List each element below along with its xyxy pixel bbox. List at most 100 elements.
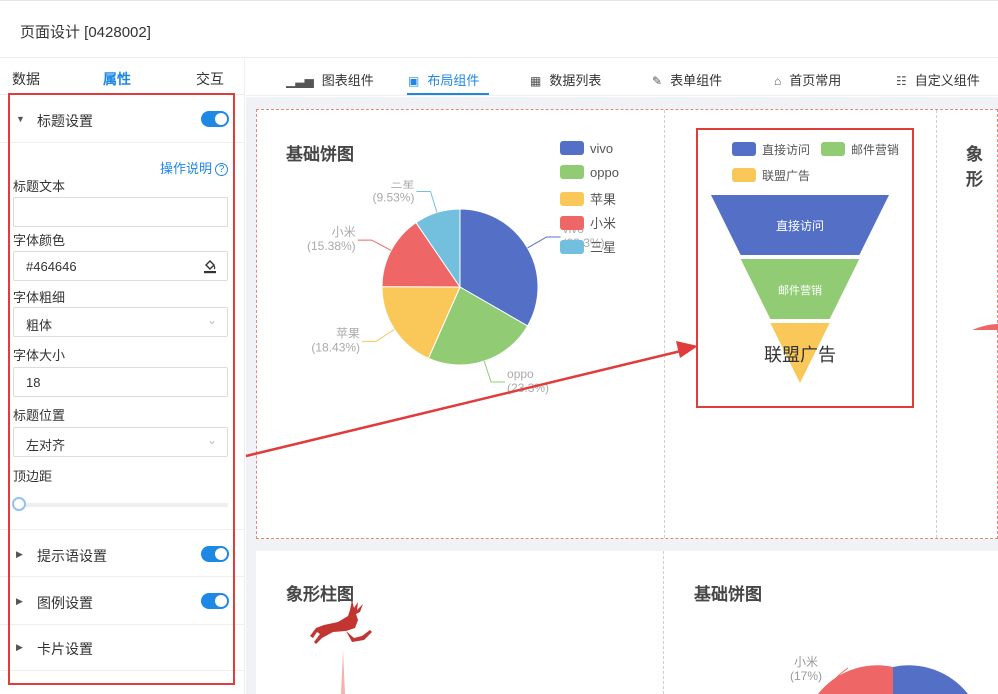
chevron-down-icon: ⌄ bbox=[206, 313, 217, 327]
partial-chart-title: 象形 bbox=[966, 145, 983, 189]
paint-bucket-icon[interactable] bbox=[203, 258, 217, 274]
legend-item[interactable]: vivo bbox=[560, 141, 613, 156]
title-position-select[interactable]: 左对齐 ⌄ bbox=[13, 427, 228, 457]
pie-chart-title: 基础饼图 bbox=[286, 145, 354, 164]
tab-properties[interactable]: 属性 bbox=[103, 69, 131, 89]
tab-data-list[interactable]: ▦ 数据列表 bbox=[530, 70, 601, 89]
section-tooltip-settings[interactable]: ▶ 提示语设置 bbox=[0, 529, 245, 577]
legend-item[interactable]: 小米 bbox=[560, 213, 616, 232]
panel-tabs: 数据 属性 交互 bbox=[0, 59, 244, 95]
pie-label-name: 小米 bbox=[332, 225, 356, 239]
legend-item[interactable]: 三星 bbox=[560, 237, 616, 256]
layout-icon: ▣ bbox=[408, 74, 420, 88]
slider-handle[interactable] bbox=[12, 497, 26, 511]
custom-doc-icon: ☷ bbox=[896, 74, 907, 88]
section-label: 标题设置 bbox=[37, 113, 93, 129]
pie-label-pct: (15.38%) bbox=[307, 239, 356, 253]
tab-interaction[interactable]: 交互 bbox=[196, 69, 224, 89]
font-weight-select[interactable]: 粗体 ⌄ bbox=[13, 307, 228, 337]
tab-form-components[interactable]: ✎ 表单组件 bbox=[652, 70, 722, 89]
help-link-text[interactable]: 操作说明 bbox=[160, 161, 212, 176]
caret-down-icon: ▼ bbox=[16, 114, 25, 124]
home-icon: ⌂ bbox=[774, 74, 782, 88]
section-card-settings[interactable]: ▶ 卡片设置 bbox=[0, 623, 245, 671]
pie-chart-2[interactable] bbox=[818, 664, 978, 694]
top-margin-label: 顶边距 bbox=[13, 469, 53, 484]
pie-label-line bbox=[483, 360, 506, 383]
tooltip-settings-toggle[interactable] bbox=[201, 546, 229, 562]
section-label: 图例设置 bbox=[37, 595, 93, 611]
section-legend-settings[interactable]: ▶ 图例设置 bbox=[0, 577, 245, 625]
tab-label: 图表组件 bbox=[321, 73, 374, 88]
chevron-down-icon: ⌄ bbox=[206, 433, 217, 447]
tab-chart-components[interactable]: ▁▃▅ 图表组件 bbox=[286, 70, 374, 89]
column-divider bbox=[663, 551, 664, 694]
font-color-label: 字体颜色 bbox=[13, 233, 66, 248]
pie-label-name: oppo bbox=[507, 367, 534, 381]
pie-label-name: 苹果 bbox=[336, 326, 360, 340]
title-text-label: 标题文本 bbox=[13, 179, 66, 194]
property-panel: 数据 属性 交互 ▼ 标题设置 操作说明? 标题文本 字体颜色 #464646 … bbox=[0, 59, 245, 694]
legend-settings-toggle[interactable] bbox=[201, 593, 229, 609]
title-position-label: 标题位置 bbox=[13, 408, 66, 423]
legend-label: vivo bbox=[590, 141, 614, 156]
component-tabs: ▁▃▅ 图表组件 ▣ 布局组件 ▦ 数据列表 ✎ 表单组件 ⌂ 首页常用 ☷ 自定义组件 bbox=[246, 59, 998, 96]
legend-label: 三星 bbox=[590, 240, 617, 255]
tab-home-common[interactable]: ⌂ 首页常用 bbox=[774, 70, 841, 89]
tab-label: 布局组件 bbox=[427, 73, 480, 88]
column-divider bbox=[936, 110, 937, 538]
section-label: 提示语设置 bbox=[37, 548, 107, 564]
pie-label-name: 三星 bbox=[390, 180, 414, 190]
pie-label-line bbox=[357, 239, 392, 251]
edit-icon: ✎ bbox=[652, 74, 663, 88]
legend-swatch bbox=[560, 192, 584, 206]
caret-right-icon: ▶ bbox=[16, 549, 23, 559]
page-title: 页面设计 [0428002] bbox=[20, 24, 151, 41]
pie-label-line bbox=[362, 328, 395, 342]
font-weight-label: 字体粗细 bbox=[13, 290, 66, 305]
page-header: 页面设计 [0428002] bbox=[0, 0, 998, 58]
legend-item[interactable]: oppo bbox=[560, 165, 619, 180]
tab-layout-components[interactable]: ▣ 布局组件 bbox=[408, 70, 479, 89]
tab-data[interactable]: 数据 bbox=[12, 69, 40, 89]
pictorial-bar bbox=[341, 650, 345, 694]
pie-label-line bbox=[416, 190, 438, 213]
tab-label: 表单组件 bbox=[670, 73, 723, 88]
tab-label: 自定义组件 bbox=[914, 73, 980, 88]
highlight-box bbox=[696, 128, 914, 408]
top-margin-slider[interactable] bbox=[20, 503, 228, 507]
font-color-input[interactable]: #464646 bbox=[13, 251, 228, 281]
title-text-input[interactable] bbox=[13, 197, 228, 227]
tab-label: 数据列表 bbox=[549, 73, 602, 88]
section-label: 卡片设置 bbox=[37, 641, 93, 657]
bar-chart-icon: ▁▃▅ bbox=[286, 74, 314, 88]
pie-label-pct: (9.53%) bbox=[372, 190, 414, 204]
title-position-value: 左对齐 bbox=[26, 438, 66, 453]
pie-label-line bbox=[527, 236, 561, 249]
tab-custom-components[interactable]: ☷ 自定义组件 bbox=[896, 70, 980, 89]
legend-swatch bbox=[560, 165, 584, 179]
active-tab-indicator bbox=[407, 93, 489, 95]
help-link[interactable]: 操作说明? bbox=[160, 158, 228, 177]
section-title-settings[interactable]: ▼ 标题设置 bbox=[0, 95, 245, 143]
legend-item[interactable]: 苹果 bbox=[560, 189, 616, 208]
legend-label: 小米 bbox=[590, 216, 617, 231]
title-settings-toggle[interactable] bbox=[201, 111, 229, 127]
font-size-input[interactable]: 18 bbox=[13, 367, 228, 397]
pie-2-slice-vivo[interactable] bbox=[893, 665, 968, 694]
legend-label: 苹果 bbox=[590, 192, 617, 207]
pie-label-pct: (18.43%) bbox=[311, 340, 360, 354]
pie-2-slice-xiaomi[interactable] bbox=[818, 665, 893, 694]
font-color-value: #464646 bbox=[26, 259, 77, 274]
pie-label-pct: (23.3%) bbox=[507, 381, 549, 395]
legend-swatch bbox=[560, 216, 584, 230]
legend-label: oppo bbox=[590, 165, 619, 180]
font-weight-value: 粗体 bbox=[26, 318, 53, 333]
font-size-label: 字体大小 bbox=[13, 348, 66, 363]
caret-right-icon: ▶ bbox=[16, 642, 23, 652]
deer-icon bbox=[310, 600, 372, 644]
legend-swatch bbox=[560, 240, 584, 254]
question-icon[interactable]: ? bbox=[215, 163, 228, 176]
pie-chart-2-title: 基础饼图 bbox=[694, 585, 762, 604]
table-icon: ▦ bbox=[530, 74, 542, 88]
